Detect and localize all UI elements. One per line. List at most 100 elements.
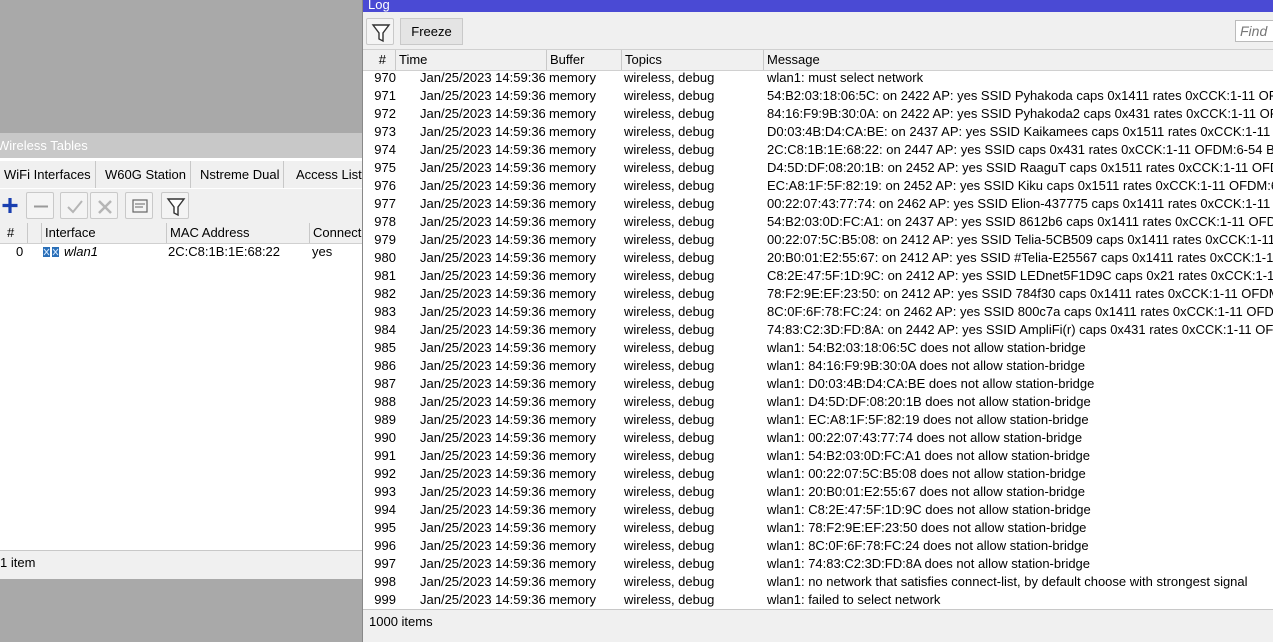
disable-button[interactable] <box>90 192 118 219</box>
log-num: 972 <box>374 106 396 121</box>
log-topics: wireless, debug <box>624 88 715 103</box>
log-topics: wireless, debug <box>624 322 715 337</box>
col-message[interactable]: Message <box>763 50 1273 70</box>
log-buffer: memory <box>549 304 596 319</box>
log-topics: wireless, debug <box>624 340 715 355</box>
add-button[interactable] <box>0 192 24 219</box>
freeze-button[interactable]: Freeze <box>400 18 463 45</box>
log-time: Jan/25/2023 14:59:36 <box>420 322 545 337</box>
comment-icon <box>132 199 148 213</box>
log-buffer: memory <box>549 286 596 301</box>
log-message: 8C:0F:6F:78:FC:24: on 2462 AP: yes SSID … <box>767 304 1273 319</box>
log-row[interactable]: 984 Jan/25/2023 14:59:36 memory wireless, d… <box>363 321 1273 339</box>
log-buffer: memory <box>549 70 596 85</box>
log-row[interactable]: 994 Jan/25/2023 14:59:36 memory wireless, d… <box>363 501 1273 519</box>
log-topics: wireless, debug <box>624 574 715 589</box>
log-row[interactable]: 977 Jan/25/2023 14:59:36 memory wireless, d… <box>363 195 1273 213</box>
col-flags[interactable] <box>27 223 41 243</box>
col-topics[interactable]: Topics <box>621 50 764 70</box>
log-buffer: memory <box>549 214 596 229</box>
log-topics: wireless, debug <box>624 538 715 553</box>
log-row[interactable]: 988 Jan/25/2023 14:59:36 memory wireless, d… <box>363 393 1273 411</box>
log-num: 985 <box>374 340 396 355</box>
log-row[interactable]: 980 Jan/25/2023 14:59:36 memory wireless, d… <box>363 249 1273 267</box>
log-row[interactable]: 976 Jan/25/2023 14:59:36 memory wireless, d… <box>363 177 1273 195</box>
log-row[interactable]: 987 Jan/25/2023 14:59:36 memory wireless, d… <box>363 375 1273 393</box>
wireless-tables-titlebar[interactable]: Wireless Tables <box>0 133 363 158</box>
col-buffer[interactable]: Buffer <box>546 50 621 70</box>
log-row[interactable]: 996 Jan/25/2023 14:59:36 memory wireless, d… <box>363 537 1273 555</box>
log-row[interactable]: 993 Jan/25/2023 14:59:36 memory wireless, d… <box>363 483 1273 501</box>
log-row[interactable]: 972 Jan/25/2023 14:59:36 memory wireless, d… <box>363 105 1273 123</box>
log-time: Jan/25/2023 14:59:36 <box>420 232 545 247</box>
filter-button[interactable] <box>161 192 189 219</box>
log-row[interactable]: 973 Jan/25/2023 14:59:36 memory wireless, d… <box>363 123 1273 141</box>
log-num: 986 <box>374 358 396 373</box>
enable-button[interactable] <box>60 192 88 219</box>
tab-nstreme-dual[interactable]: Nstreme Dual <box>196 161 285 188</box>
log-message: wlan1: EC:A8:1F:5F:82:19 does not allow … <box>767 412 1089 427</box>
col-mac-address[interactable]: MAC Address <box>166 223 309 243</box>
log-time: Jan/25/2023 14:59:36 <box>420 448 545 463</box>
log-row[interactable]: 970 Jan/25/2023 14:59:36 memory wireless, d… <box>363 69 1273 87</box>
log-row[interactable]: 995 Jan/25/2023 14:59:36 memory wireless, d… <box>363 519 1273 537</box>
log-row[interactable]: 975 Jan/25/2023 14:59:36 memory wireless, d… <box>363 159 1273 177</box>
wireless-tables-title: Wireless Tables <box>0 138 88 153</box>
log-time: Jan/25/2023 14:59:36 <box>420 250 545 265</box>
log-row[interactable]: 985 Jan/25/2023 14:59:36 memory wireless, d… <box>363 339 1273 357</box>
log-num: 992 <box>374 466 396 481</box>
log-num: 996 <box>374 538 396 553</box>
log-row[interactable]: 978 Jan/25/2023 14:59:36 memory wireless, d… <box>363 213 1273 231</box>
log-num: 994 <box>374 502 396 517</box>
log-time: Jan/25/2023 14:59:36 <box>420 538 545 553</box>
log-row[interactable]: 982 Jan/25/2023 14:59:36 memory wireless, d… <box>363 285 1273 303</box>
log-row[interactable]: 997 Jan/25/2023 14:59:36 memory wireless, d… <box>363 555 1273 573</box>
log-row[interactable]: 986 Jan/25/2023 14:59:36 memory wireless, d… <box>363 357 1273 375</box>
log-row[interactable]: 981 Jan/25/2023 14:59:36 memory wireless, d… <box>363 267 1273 285</box>
log-row[interactable]: 992 Jan/25/2023 14:59:36 memory wireless, d… <box>363 465 1273 483</box>
log-num: 998 <box>374 574 396 589</box>
log-buffer: memory <box>549 430 596 445</box>
col-num[interactable]: # <box>4 223 28 243</box>
col-connect[interactable]: Connect <box>309 223 363 243</box>
log-time: Jan/25/2023 14:59:36 <box>420 286 545 301</box>
wireless-interface-icon <box>42 245 60 263</box>
log-buffer: memory <box>549 196 596 211</box>
find-input[interactable]: Find <box>1235 20 1273 42</box>
log-topics: wireless, debug <box>624 160 715 175</box>
log-time: Jan/25/2023 14:59:36 <box>420 520 545 535</box>
log-message: 74:83:C2:3D:FD:8A: on 2442 AP: yes SSID … <box>767 322 1273 337</box>
log-message: wlan1: must select network <box>767 70 924 85</box>
log-row[interactable]: 999 Jan/25/2023 14:59:36 memory wireless, d… <box>363 591 1273 609</box>
log-num: 976 <box>374 178 396 193</box>
log-row[interactable]: 983 Jan/25/2023 14:59:36 memory wireless, d… <box>363 303 1273 321</box>
log-buffer: memory <box>549 322 596 337</box>
col-interface[interactable]: Interface <box>41 223 166 243</box>
log-row[interactable]: 998 Jan/25/2023 14:59:36 memory wireless, d… <box>363 573 1273 591</box>
log-filter-button[interactable] <box>366 18 394 45</box>
log-row[interactable]: 979 Jan/25/2023 14:59:36 memory wireless, d… <box>363 231 1273 249</box>
tab-access-list[interactable]: Access List <box>292 161 363 188</box>
log-row[interactable]: 990 Jan/25/2023 14:59:36 memory wireless, d… <box>363 429 1273 447</box>
table-row[interactable]: 0 wlan1 2C:C8:1B:1E:68:22 yes <box>0 243 363 261</box>
log-row[interactable]: 974 Jan/25/2023 14:59:36 memory wireless, d… <box>363 141 1273 159</box>
col-num[interactable]: # <box>363 50 396 70</box>
log-topics: wireless, debug <box>624 196 715 211</box>
log-row[interactable]: 989 Jan/25/2023 14:59:36 memory wireless, d… <box>363 411 1273 429</box>
log-titlebar[interactable]: Log <box>363 0 1273 12</box>
log-row[interactable]: 991 Jan/25/2023 14:59:36 memory wireless, d… <box>363 447 1273 465</box>
log-time: Jan/25/2023 14:59:36 <box>420 160 545 175</box>
comment-button[interactable] <box>125 192 153 219</box>
log-time: Jan/25/2023 14:59:36 <box>420 574 545 589</box>
log-row[interactable]: 971 Jan/25/2023 14:59:36 memory wireless, d… <box>363 87 1273 105</box>
log-message: wlan1: 00:22:07:43:77:74 does not allow … <box>767 430 1083 445</box>
log-buffer: memory <box>549 340 596 355</box>
log-time: Jan/25/2023 14:59:36 <box>420 502 545 517</box>
tab-w60g-station[interactable]: W60G Station <box>101 161 191 188</box>
col-time[interactable]: Time <box>395 50 546 70</box>
log-message: wlan1: D4:5D:DF:08:20:1B does not allow … <box>767 394 1091 409</box>
log-buffer: memory <box>549 574 596 589</box>
remove-button[interactable] <box>26 192 54 219</box>
log-message: wlan1: 84:16:F9:9B:30:0A does not allow … <box>767 358 1085 373</box>
tab-wifi-interfaces[interactable]: WiFi Interfaces <box>0 161 96 188</box>
